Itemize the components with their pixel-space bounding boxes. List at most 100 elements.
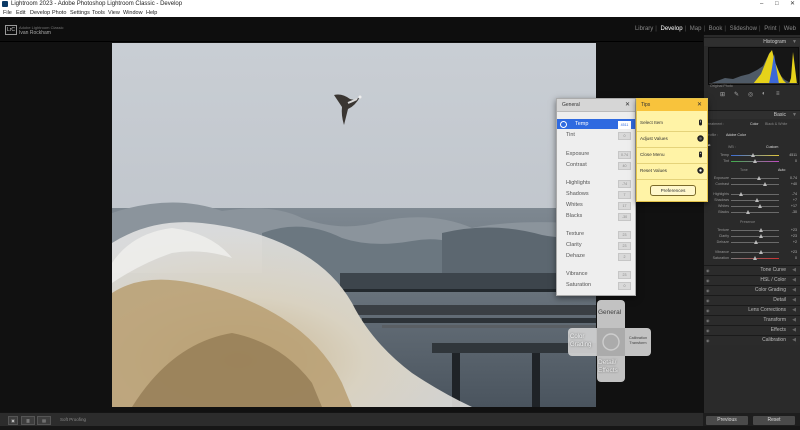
general-item-contrast[interactable]: Contrast 40 — [557, 160, 635, 170]
temp-slider[interactable]: Temp 4511 — [707, 153, 798, 158]
radial-segment-right[interactable]: Calibration Transform — [625, 328, 651, 356]
maximize-button[interactable]: □ — [775, 0, 779, 9]
module-develop[interactable]: Develop — [661, 26, 683, 32]
soft-proofing-label[interactable]: Soft Proofing — [60, 417, 86, 422]
general-item-vibrance[interactable]: Vibrance 23 — [557, 269, 635, 279]
general-item-whites[interactable]: Whites 17 — [557, 200, 635, 210]
panel-transform[interactable]: ◉ Transform ◀ — [704, 315, 800, 325]
general-item-clarity[interactable]: Clarity 23 — [557, 240, 635, 250]
texture-slider[interactable]: Texture +23 — [707, 228, 798, 233]
menu-develop[interactable]: Develop — [30, 9, 50, 17]
treatment-color[interactable]: Color — [750, 122, 759, 126]
menu-photo[interactable]: Photo — [52, 9, 66, 17]
exposure-slider[interactable]: Exposure 0.74 — [707, 176, 798, 181]
wb-value[interactable]: Custom — [766, 145, 778, 149]
compare-view-icon[interactable]: ▤ — [37, 416, 51, 425]
panel-hsl-color[interactable]: ◉ HSL / Color ◀ — [704, 275, 800, 285]
close-window-button[interactable]: ✕ — [790, 0, 795, 9]
profile-value[interactable]: Adobe Color — [726, 133, 746, 137]
tip-adjust-values: Adjust Values — [637, 131, 707, 148]
general-item-tint[interactable]: Tint 0 — [557, 130, 635, 140]
contrast-slider[interactable]: Contrast +40 — [707, 182, 798, 187]
visibility-toggle-icon[interactable]: ◉ — [706, 316, 710, 325]
panel-effects[interactable]: ◉ Effects ◀ — [704, 325, 800, 335]
general-item-temp[interactable]: Temp 4511 — [557, 119, 635, 129]
module-slideshow[interactable]: Slideshow — [730, 26, 757, 32]
before-after-icon[interactable]: ▥ — [21, 416, 35, 425]
module-web[interactable]: Web — [784, 26, 796, 32]
highlights-slider[interactable]: Highlights -74 — [707, 192, 798, 197]
tone-auto-button[interactable]: Auto — [778, 168, 785, 172]
general-item-dehaze[interactable]: Dehaze 2 — [557, 251, 635, 261]
panel-lens-corrections[interactable]: ◉ Lens Corrections ◀ — [704, 305, 800, 315]
menu-tools[interactable]: Tools — [92, 9, 105, 17]
photo-preview[interactable] — [112, 43, 596, 407]
menu-settings[interactable]: Settings — [70, 9, 90, 17]
menu-edit[interactable]: Edit — [16, 9, 25, 17]
menu-window[interactable]: Window — [123, 9, 143, 17]
press-icon — [699, 151, 702, 158]
expand-triangle-icon: ◀ — [792, 277, 796, 283]
panel-color-grading[interactable]: ◉ Color Grading ◀ — [704, 285, 800, 295]
module-bar: LrC Adobe Lightroom Classic Ivan Rockham… — [0, 17, 800, 42]
histogram-footer: Original Photo — [710, 84, 733, 88]
identity-plate-logo: LrC — [5, 25, 17, 35]
minimize-button[interactable]: – — [760, 0, 763, 9]
panel-calibration[interactable]: ◉ Calibration ◀ — [704, 335, 800, 345]
blacks-slider[interactable]: Blacks -30 — [707, 210, 798, 215]
general-item-exposure[interactable]: Exposure 0.74 — [557, 149, 635, 159]
shadows-slider[interactable]: Shadows +7 — [707, 198, 798, 203]
radial-segment-top[interactable]: General — [597, 300, 625, 328]
saturation-slider[interactable]: Saturation 0 — [707, 256, 798, 261]
visibility-toggle-icon[interactable]: ◉ — [706, 276, 710, 285]
preferences-button[interactable]: Preferences — [650, 185, 696, 196]
crop-tool-icon[interactable]: ⊞ — [720, 91, 725, 98]
whites-slider[interactable]: Whites +17 — [707, 204, 798, 209]
visibility-toggle-icon[interactable]: ◉ — [706, 326, 710, 335]
general-panel-title: General — [562, 102, 580, 108]
module-picker: Library | Develop | Map | Book | Slideshow | … — [634, 26, 796, 32]
panel-tone-curve[interactable]: ◉ Tone Curve ◀ — [704, 265, 800, 275]
general-item-saturation[interactable]: Saturation 0 — [557, 280, 635, 290]
general-item-highlights[interactable]: Highlights -74 — [557, 178, 635, 188]
module-print[interactable]: Print — [764, 26, 776, 32]
general-item-blacks[interactable]: Blacks -30 — [557, 211, 635, 221]
histogram-header[interactable]: Histogram ▼ — [704, 37, 800, 46]
close-icon[interactable]: ✕ — [625, 99, 630, 111]
visibility-toggle-icon[interactable]: ◉ — [706, 286, 710, 295]
masking-tool-icon[interactable]: ◐ — [762, 91, 766, 97]
radial-segment-bottom[interactable]: Detail/ Effects — [597, 356, 625, 382]
close-icon[interactable]: ✕ — [697, 99, 702, 111]
module-book[interactable]: Book — [709, 26, 723, 32]
expand-triangle-icon: ◀ — [792, 327, 796, 333]
general-item-texture[interactable]: Texture 23 — [557, 229, 635, 239]
basic-header[interactable]: Basic ▼ — [704, 110, 800, 119]
dehaze-slider[interactable]: Dehaze +2 — [707, 240, 798, 245]
visibility-toggle-icon[interactable]: ◉ — [706, 296, 710, 305]
visibility-toggle-icon[interactable]: ◉ — [706, 336, 710, 345]
clarity-slider[interactable]: Clarity +23 — [707, 234, 798, 239]
module-map[interactable]: Map — [690, 26, 702, 32]
visibility-toggle-icon[interactable]: ◉ — [706, 306, 710, 315]
panel-detail[interactable]: ◉ Detail ◀ — [704, 295, 800, 305]
treatment-bw[interactable]: Black & White — [765, 122, 787, 126]
heal-tool-icon[interactable]: ✎ — [734, 91, 739, 98]
general-overlay-panel: General ✕ Temp 4511 Tint 0 Exposure 0.74 C… — [556, 98, 636, 296]
previous-button[interactable]: Previous — [706, 416, 748, 425]
general-item-shadows[interactable]: Shadows 7 — [557, 189, 635, 199]
radial-center[interactable] — [597, 328, 625, 356]
reset-button[interactable]: Reset — [753, 416, 795, 425]
menu-view[interactable]: View — [108, 9, 120, 17]
loupe-view-icon[interactable]: ▣ — [8, 416, 18, 425]
module-library[interactable]: Library — [635, 26, 653, 32]
tint-slider[interactable]: Tint 0 — [707, 159, 798, 164]
menu-help[interactable]: Help — [146, 9, 157, 17]
redeye-tool-icon[interactable]: ◎ — [748, 91, 753, 98]
radial-segment-left[interactable]: Color Grading — [568, 328, 597, 356]
menu-file[interactable]: File — [3, 9, 12, 17]
expand-triangle-icon: ◀ — [792, 337, 796, 343]
presets-tool-icon[interactable]: ≡ — [776, 91, 780, 97]
vibrance-slider[interactable]: Vibrance +23 — [707, 250, 798, 255]
basic-label: Basic — [773, 112, 786, 118]
visibility-toggle-icon[interactable]: ◉ — [706, 266, 710, 275]
